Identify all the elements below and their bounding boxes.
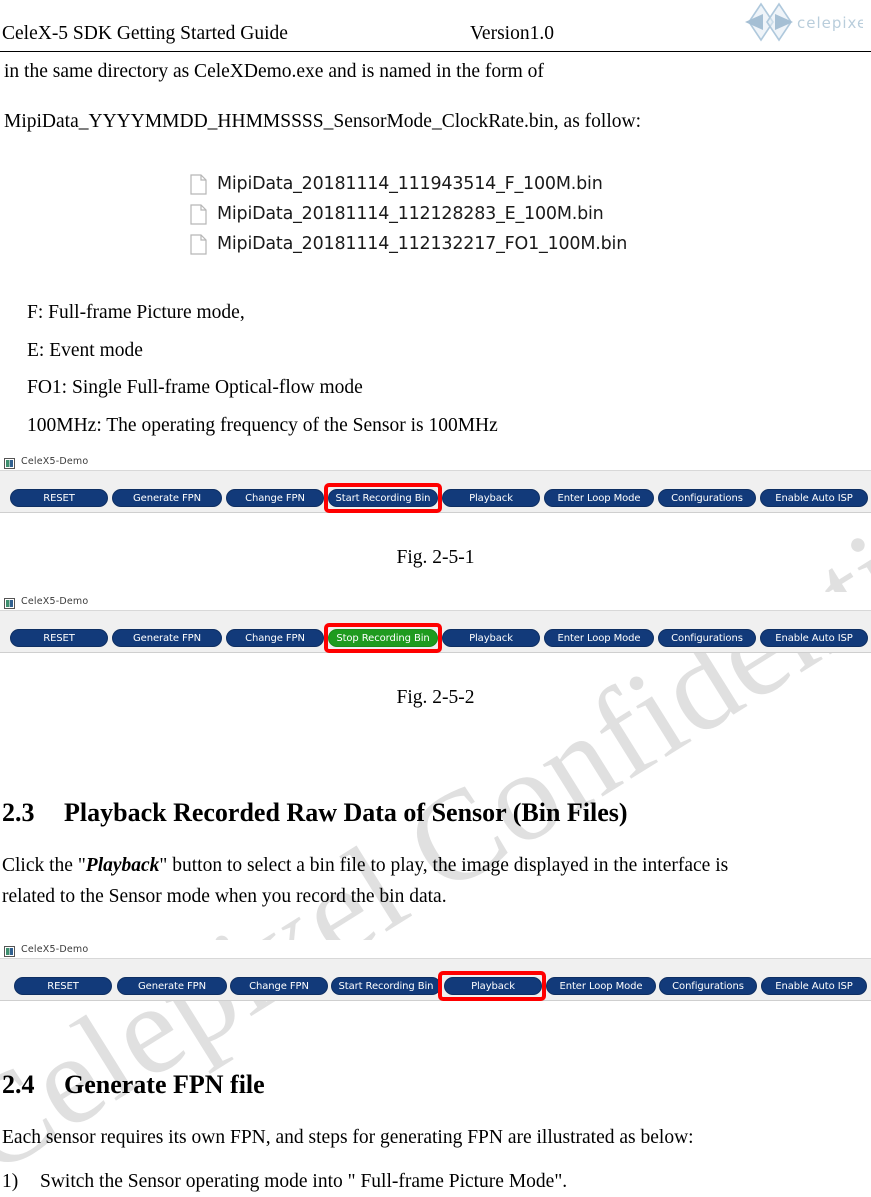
app-icon [4, 456, 15, 469]
document-header: CeleX-5 SDK Getting Started Guide Versio… [0, 0, 871, 52]
reset-button[interactable]: RESET [10, 489, 108, 507]
figure-caption-2: Fig. 2-5-2 [396, 687, 475, 708]
demo-toolbar: RESET Generate FPN Change FPN Start Reco… [0, 958, 871, 1001]
sensor-mode-legend: F: Full-frame Picture mode, E: Event mod… [27, 294, 498, 444]
reset-button[interactable]: RESET [14, 977, 112, 995]
enter-loop-mode-button[interactable]: Enter Loop Mode [546, 977, 656, 995]
section-23-paragraph-line2: related to the Sensor mode when you reco… [2, 886, 447, 907]
section-title: Playback Recorded Raw Data of Sensor (Bi… [64, 798, 628, 827]
enable-auto-isp-button[interactable]: Enable Auto ISP [760, 629, 868, 647]
enter-loop-mode-button[interactable]: Enter Loop Mode [544, 629, 654, 647]
step-text: Switch the Sensor operating mode into " … [40, 1171, 568, 1192]
generate-fpn-button[interactable]: Generate FPN [112, 629, 222, 647]
svg-text:celepixel: celepixel [797, 14, 863, 32]
section-24-paragraph: Each sensor requires its own FPN, and st… [2, 1127, 694, 1148]
demo-window-titlebar: CeleX5-Demo [0, 940, 871, 958]
configurations-button[interactable]: Configurations [659, 977, 757, 995]
legend-line-fo1: FO1: Single Full-frame Optical-flow mode [27, 377, 363, 398]
file-name: MipiData_20181114_112128283_E_100M.bin [217, 204, 604, 224]
paragraph-text-after: " button to select a bin file to play, t… [159, 855, 729, 876]
enter-loop-mode-button[interactable]: Enter Loop Mode [544, 489, 654, 507]
paragraph-text-before: Click the " [2, 855, 86, 876]
section-title: Generate FPN file [64, 1070, 265, 1099]
list-item: MipiData_20181114_112132217_FO1_100M.bin [190, 230, 660, 258]
start-recording-bin-button[interactable]: Start Recording Bin [328, 489, 438, 507]
bin-file-list: MipiData_20181114_111943514_F_100M.bin M… [190, 170, 660, 260]
figure-caption-1: Fig. 2-5-1 [396, 547, 475, 568]
configurations-button[interactable]: Configurations [658, 489, 756, 507]
demo-window-1: CeleX5-Demo RESET Generate FPN Change FP… [0, 452, 871, 513]
document-page: CeleX-5 SDK Getting Started Guide Versio… [0, 0, 871, 1192]
generate-fpn-button[interactable]: Generate FPN [112, 489, 222, 507]
playback-button[interactable]: Playback [442, 489, 540, 507]
enable-auto-isp-button[interactable]: Enable Auto ISP [760, 489, 868, 507]
playback-button[interactable]: Playback [442, 629, 540, 647]
legend-line-clk: 100MHz: The operating frequency of the S… [27, 414, 498, 436]
change-fpn-button[interactable]: Change FPN [230, 977, 328, 995]
section-23-paragraph: Click the "Playback" button to select a … [2, 850, 868, 881]
file-icon [190, 233, 207, 255]
section-heading-23: 2.3 Playback Recorded Raw Data of Sensor … [2, 798, 628, 828]
generate-fpn-button[interactable]: Generate FPN [117, 977, 227, 995]
reset-button[interactable]: RESET [10, 629, 108, 647]
stop-recording-bin-button[interactable]: Stop Recording Bin [328, 629, 438, 647]
configurations-button[interactable]: Configurations [658, 629, 756, 647]
demo-window-title: CeleX5-Demo [21, 455, 89, 467]
file-icon [190, 173, 207, 195]
file-name: MipiData_20181114_112132217_FO1_100M.bin [217, 234, 628, 254]
list-item: MipiData_20181114_112128283_E_100M.bin [190, 200, 660, 228]
demo-toolbar: RESET Generate FPN Change FPN Start Reco… [0, 470, 871, 513]
demo-window-titlebar: CeleX5-Demo [0, 592, 871, 610]
change-fpn-button[interactable]: Change FPN [226, 629, 324, 647]
section-number: 2.4 [2, 1070, 35, 1099]
list-item: MipiData_20181114_111943514_F_100M.bin [190, 170, 660, 198]
enable-auto-isp-button[interactable]: Enable Auto ISP [761, 977, 867, 995]
legend-line-e: E: Event mode [27, 339, 143, 361]
section-heading-24: 2.4 Generate FPN file [2, 1070, 265, 1100]
celepixel-logo-icon: celepixel [741, 0, 863, 44]
demo-window-title: CeleX5-Demo [21, 595, 89, 607]
start-recording-bin-button[interactable]: Start Recording Bin [331, 977, 441, 995]
intro-paragraph-1: in the same directory as CeleXDemo.exe a… [4, 61, 544, 82]
app-icon [4, 944, 15, 957]
file-icon [190, 203, 207, 225]
step-number: 1) [2, 1171, 19, 1192]
legend-line-f: F: Full-frame Picture mode, [27, 302, 245, 323]
demo-window-titlebar: CeleX5-Demo [0, 452, 871, 470]
demo-toolbar: RESET Generate FPN Change FPN Stop Recor… [0, 610, 871, 653]
file-name: MipiData_20181114_111943514_F_100M.bin [217, 174, 603, 194]
page-title: CeleX-5 SDK Getting Started Guide [2, 23, 288, 44]
playback-emphasis: Playback [85, 855, 160, 876]
playback-button[interactable]: Playback [444, 977, 542, 995]
demo-window-title: CeleX5-Demo [21, 943, 89, 955]
demo-window-2: CeleX5-Demo RESET Generate FPN Change FP… [0, 592, 871, 653]
section-number: 2.3 [2, 798, 35, 827]
app-icon [4, 596, 15, 609]
change-fpn-button[interactable]: Change FPN [226, 489, 324, 507]
document-version: Version1.0 [470, 23, 554, 44]
intro-paragraph-2: MipiData_YYYYMMDD_HHMMSSSS_SensorMode_Cl… [4, 111, 642, 132]
step-1: 1) Switch the Sensor operating mode into … [2, 1166, 567, 1197]
demo-window-3: CeleX5-Demo RESET Generate FPN Change FP… [0, 940, 871, 1001]
